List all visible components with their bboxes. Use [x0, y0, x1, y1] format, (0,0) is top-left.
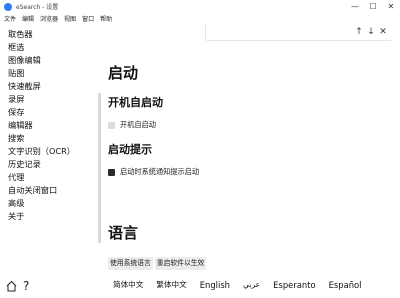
- sidebar-item-search[interactable]: 搜索: [0, 132, 80, 145]
- language-option-es[interactable]: Español: [329, 280, 362, 290]
- sidebar-item-screen-record[interactable]: 录屏: [0, 93, 80, 106]
- autostart-row[interactable]: 开机自启动: [108, 120, 156, 130]
- find-bar: ↑ ↓ ✕: [205, 24, 391, 41]
- help-icon[interactable]: ?: [23, 280, 29, 292]
- sidebar-item-proxy[interactable]: 代理: [0, 171, 80, 184]
- restart-to-apply-button[interactable]: 重启软件以生效: [154, 257, 207, 270]
- startup-tip-checkbox[interactable]: [108, 168, 115, 176]
- scroll-indicator[interactable]: [98, 93, 101, 243]
- menu-help[interactable]: 帮助: [100, 14, 112, 23]
- startup-tip-heading: 启动提示: [108, 143, 152, 156]
- section-heading-startup: 启动: [108, 64, 139, 82]
- window-controls: — ☐ ✕: [346, 0, 400, 13]
- menu-browser[interactable]: 浏览器: [40, 14, 58, 23]
- language-option-zh-hans[interactable]: 简体中文: [113, 279, 143, 290]
- sidebar-item-pin[interactable]: 贴图: [0, 67, 80, 80]
- find-close-button[interactable]: ✕: [377, 26, 389, 38]
- menu-window[interactable]: 窗口: [82, 14, 94, 23]
- language-option-ar[interactable]: عربي: [243, 280, 260, 289]
- section-heading-language: 语言: [108, 224, 139, 242]
- sidebar-item-editor[interactable]: 编辑器: [0, 119, 80, 132]
- autostart-heading: 开机自启动: [108, 96, 163, 109]
- sidebar-item-image-edit[interactable]: 图像编辑: [0, 54, 80, 67]
- language-buttons: 使用系统语言 重启软件以生效: [108, 257, 207, 270]
- language-option-zh-hant[interactable]: 繁体中文: [156, 279, 186, 290]
- title-bar: eSearch - 设置 — ☐ ✕: [0, 0, 400, 13]
- close-button[interactable]: ✕: [382, 0, 400, 13]
- minimize-button[interactable]: —: [346, 0, 364, 13]
- sidebar-item-save[interactable]: 保存: [0, 106, 80, 119]
- sidebar-item-advanced[interactable]: 高级: [0, 197, 80, 210]
- startup-tip-label: 启动时系统通知提示启动: [120, 167, 200, 176]
- sidebar-item-quick-screenshot[interactable]: 快速截屏: [0, 80, 80, 93]
- language-list: 简体中文 繁体中文 English عربي Esperanto Español: [113, 279, 374, 290]
- sidebar-item-history[interactable]: 历史记录: [0, 158, 80, 171]
- find-next-button[interactable]: ↓: [365, 26, 377, 38]
- menu-file[interactable]: 文件: [4, 14, 16, 23]
- startup-tip-row[interactable]: 启动时系统通知提示启动: [108, 167, 199, 177]
- settings-sidebar: 取色器 框选 图像编辑 贴图 快速截屏 录屏 保存 编辑器 搜索 文字识别（OC…: [0, 28, 80, 223]
- autostart-label: 开机自启动: [120, 120, 156, 129]
- menu-view[interactable]: 视图: [64, 14, 76, 23]
- menu-edit[interactable]: 编辑: [22, 14, 34, 23]
- sidebar-item-ocr[interactable]: 文字识别（OCR）: [0, 145, 80, 158]
- use-system-language-button[interactable]: 使用系统语言: [108, 257, 153, 270]
- autostart-checkbox[interactable]: [108, 121, 115, 129]
- sidebar-item-auto-close[interactable]: 自动关闭窗口: [0, 184, 80, 197]
- app-logo-icon: [4, 2, 12, 11]
- find-previous-button[interactable]: ↑: [353, 26, 365, 38]
- sidebar-footer: ?: [6, 280, 29, 292]
- menu-bar: 文件 编辑 浏览器 视图 窗口 帮助: [0, 13, 118, 24]
- sidebar-item-about[interactable]: 关于: [0, 210, 80, 223]
- language-option-eo[interactable]: Esperanto: [273, 280, 315, 290]
- language-option-en[interactable]: English: [200, 280, 230, 290]
- window-title: eSearch - 设置: [16, 4, 59, 11]
- sidebar-item-selection[interactable]: 框选: [0, 41, 80, 54]
- maximize-button[interactable]: ☐: [364, 0, 382, 13]
- home-icon[interactable]: [6, 280, 17, 292]
- sidebar-item-color-picker[interactable]: 取色器: [0, 28, 80, 41]
